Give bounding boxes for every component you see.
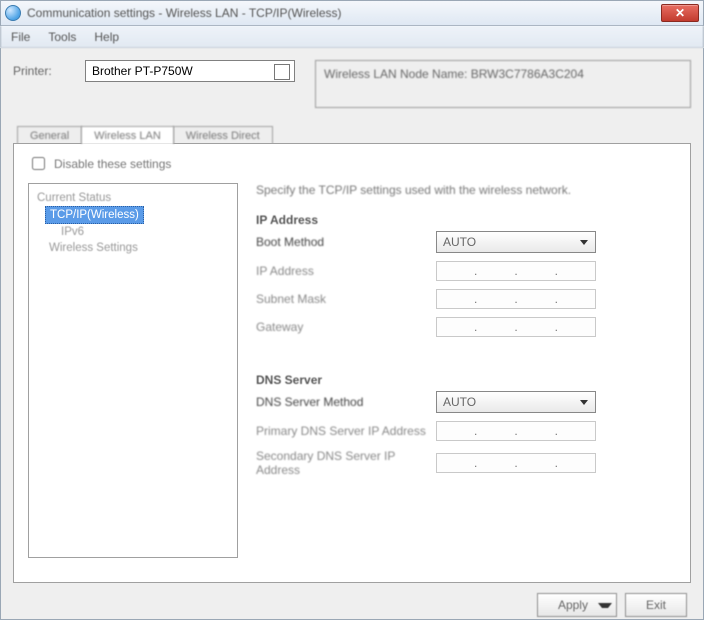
dialog-body: Printer: Brother PT-P750W Wireless LAN N… [0,48,704,620]
apply-button-label: Apply [558,598,588,612]
tab-general[interactable]: General [17,126,82,144]
tree-current-status[interactable]: Current Status [33,190,233,206]
title-bar: Communication settings - Wireless LAN - … [0,0,704,26]
primary-dns-input[interactable]: ... [436,421,596,441]
tab-wireless-lan[interactable]: Wireless LAN [81,126,174,144]
row-ip-address: IP Address ... [256,261,676,281]
node-name-box: Wireless LAN Node Name: BRW3C7786A3C204 [315,60,691,108]
boot-method-select[interactable]: AUTO [436,231,596,253]
tree-ipv6[interactable]: IPv6 [33,224,233,240]
disable-settings-label: Disable these settings [54,157,171,171]
settings-form: Specify the TCP/IP settings used with th… [256,183,676,558]
chevron-down-icon [278,70,286,75]
settings-tree: Current Status TCP/IP(Wireless) IPv6 Wir… [28,183,238,558]
menu-file[interactable]: File [11,30,30,44]
close-icon: ✕ [675,6,685,20]
dns-method-value: AUTO [443,395,476,409]
row-gateway: Gateway ... [256,317,676,337]
label-dns-method: DNS Server Method [256,395,436,409]
menu-tools[interactable]: Tools [48,30,76,44]
dns-method-select[interactable]: AUTO [436,391,596,413]
dns-section: DNS Server DNS Server Method AUTO Primar… [256,373,676,485]
ip-section: IP Address Boot Method AUTO IP Address .… [256,213,676,345]
tree-tcpip[interactable]: TCP/IP(Wireless) [45,206,144,224]
exit-button[interactable]: Exit [625,593,687,617]
gateway-input[interactable]: ... [436,317,596,337]
top-row: Printer: Brother PT-P750W Wireless LAN N… [13,60,691,108]
boot-method-value: AUTO [443,235,476,249]
tab-strip: General Wireless LAN Wireless Direct [17,122,691,144]
row-primary-dns: Primary DNS Server IP Address ... [256,421,676,441]
app-icon [5,5,21,21]
tab-panel: Disable these settings Current Status TC… [13,143,691,583]
row-secondary-dns: Secondary DNS Server IP Address ... [256,449,676,477]
label-primary-dns: Primary DNS Server IP Address [256,424,436,438]
form-heading: Specify the TCP/IP settings used with th… [256,183,676,197]
disable-settings-checkbox[interactable] [32,157,45,170]
close-button[interactable]: ✕ [661,4,699,22]
label-subnet-mask: Subnet Mask [256,292,436,306]
secondary-dns-input[interactable]: ... [436,453,596,473]
label-ip-address: IP Address [256,264,436,278]
menu-bar: File Tools Help [0,26,704,48]
label-boot-method: Boot Method [256,235,436,249]
apply-button[interactable]: Apply [537,593,617,617]
row-boot-method: Boot Method AUTO [256,231,676,253]
panel-body: Current Status TCP/IP(Wireless) IPv6 Wir… [28,183,676,558]
bottom-buttons: Apply Exit [13,593,691,617]
dns-section-title: DNS Server [256,373,676,387]
menu-help[interactable]: Help [94,30,119,44]
label-gateway: Gateway [256,320,436,334]
exit-button-label: Exit [646,598,666,612]
row-subnet-mask: Subnet Mask ... [256,289,676,309]
row-dns-method: DNS Server Method AUTO [256,391,676,413]
disable-row: Disable these settings [28,154,676,173]
tab-wireless-direct[interactable]: Wireless Direct [173,126,273,144]
printer-select[interactable]: Brother PT-P750W [85,60,295,82]
label-secondary-dns: Secondary DNS Server IP Address [256,449,436,477]
printer-label: Printer: [13,60,65,78]
subnet-mask-input[interactable]: ... [436,289,596,309]
window-title: Communication settings - Wireless LAN - … [27,6,661,20]
ip-section-title: IP Address [256,213,676,227]
printer-select-value: Brother PT-P750W [92,64,193,78]
ip-address-input[interactable]: ... [436,261,596,281]
tree-wireless-settings[interactable]: Wireless Settings [33,240,233,256]
